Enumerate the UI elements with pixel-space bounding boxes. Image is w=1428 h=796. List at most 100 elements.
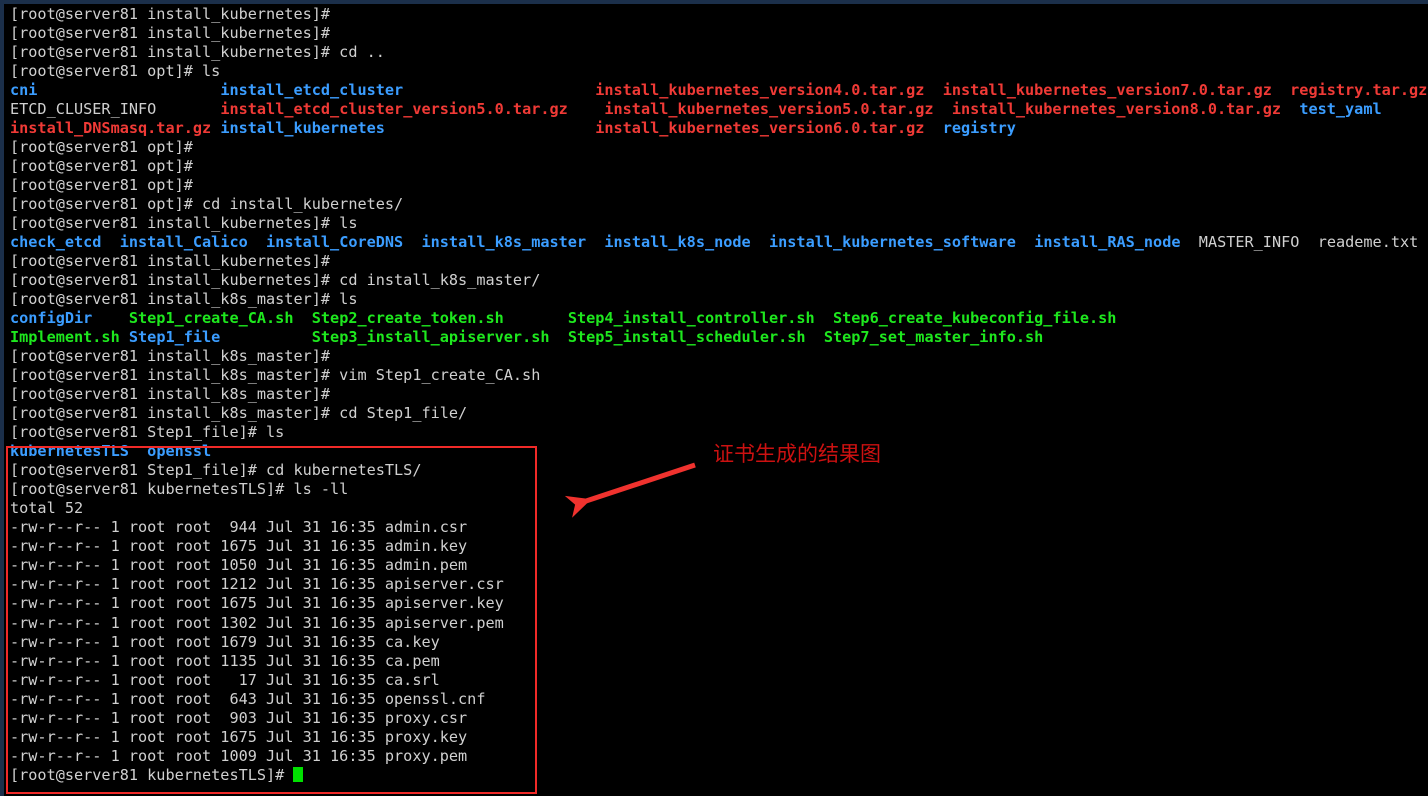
terminal-line: configDir Step1_create_CA.sh Step2_creat… xyxy=(10,309,1428,328)
terminal-line: [root@server81 install_k8s_master]# xyxy=(10,347,1428,366)
terminal-line: -rw-r--r-- 1 root root 1675 Jul 31 16:35… xyxy=(10,537,1428,556)
terminal-line: cni install_etcd_cluster install_kuberne… xyxy=(10,81,1428,100)
terminal-text: Step3_install_apiserver.sh xyxy=(311,328,550,347)
terminal-line: check_etcd install_Calico install_CoreDN… xyxy=(10,233,1428,252)
terminal-text: [root@server81 opt]# xyxy=(10,157,193,176)
terminal-text: -rw-r--r-- 1 root root 944 Jul 31 16:35 … xyxy=(10,518,468,537)
terminal-text: install_k8s_master xyxy=(421,233,587,252)
terminal-text: install_Calico xyxy=(119,233,248,252)
terminal-text: Step6_create_kubeconfig_file.sh xyxy=(833,309,1117,328)
terminal-line: [root@server81 opt]# ls xyxy=(10,62,1428,81)
terminal-text: configDir xyxy=(10,309,93,328)
terminal-line: [root@server81 install_k8s_master]# vim … xyxy=(10,366,1428,385)
terminal-text: [root@server81 install_kubernetes]# xyxy=(10,252,331,271)
terminal-text: [root@server81 opt]# ls xyxy=(10,62,221,81)
terminal-line: [root@server81 kubernetesTLS]# ls -ll xyxy=(10,480,1428,499)
terminal-text: [root@server81 install_k8s_master]# vim … xyxy=(10,366,541,385)
terminal-text: -rw-r--r-- 1 root root 1675 Jul 31 16:35… xyxy=(10,537,468,556)
terminal-line: [root@server81 kubernetesTLS]# xyxy=(10,766,1428,785)
terminal-line: -rw-r--r-- 1 root root 1679 Jul 31 16:35… xyxy=(10,633,1428,652)
terminal-line: -rw-r--r-- 1 root root 1675 Jul 31 16:35… xyxy=(10,594,1428,613)
terminal-line: [root@server81 install_kubernetes]# xyxy=(10,252,1428,271)
terminal-text: -rw-r--r-- 1 root root 1679 Jul 31 16:35… xyxy=(10,632,440,651)
terminal-text: Implement.sh xyxy=(10,328,120,347)
terminal-line: -rw-r--r-- 1 root root 1135 Jul 31 16:35… xyxy=(10,652,1428,671)
terminal-text: -rw-r--r-- 1 root root 1675 Jul 31 16:35… xyxy=(10,727,468,746)
terminal-text: -rw-r--r-- 1 root root 1009 Jul 31 16:35… xyxy=(10,746,468,765)
terminal-text: install_kubernetes_version6.0.tar.gz xyxy=(595,119,925,138)
terminal-text: Step7_set_master_info.sh xyxy=(823,328,1044,347)
terminal-text: Step2_create_token.sh xyxy=(311,309,504,328)
terminal-text: install_etcd_cluster xyxy=(220,81,404,100)
terminal-text: [root@server81 Step1_file]# ls xyxy=(10,423,285,442)
terminal-text: -rw-r--r-- 1 root root 1302 Jul 31 16:35… xyxy=(10,613,504,632)
terminal-line: -rw-r--r-- 1 root root 1675 Jul 31 16:35… xyxy=(10,728,1428,747)
terminal-text: [root@server81 Step1_file]# cd kubernete… xyxy=(10,461,422,480)
terminal-line: [root@server81 opt]# xyxy=(10,138,1428,157)
terminal-text: install_k8s_node xyxy=(604,233,751,252)
terminal-text: [root@server81 opt]# cd install_kubernet… xyxy=(10,195,404,214)
terminal-text: total 52 xyxy=(10,499,84,518)
terminal-line: Implement.sh Step1_file Step3_install_ap… xyxy=(10,328,1428,347)
terminal-line: [root@server81 opt]# xyxy=(10,157,1428,176)
terminal-line: [root@server81 install_k8s_master]# cd S… xyxy=(10,404,1428,423)
terminal-text: [root@server81 install_k8s_master]# ls xyxy=(10,290,358,309)
terminal-text: install_DNSmasq.tar.gz xyxy=(10,119,212,138)
terminal-text: kubernetesTLS xyxy=(10,442,129,461)
terminal-text: -rw-r--r-- 1 root root 1675 Jul 31 16:35… xyxy=(10,594,504,613)
terminal-text: Step4_install_controller.sh xyxy=(567,309,815,328)
terminal-text: -rw-r--r-- 1 root root 1212 Jul 31 16:35… xyxy=(10,575,504,594)
terminal-text: install_kubernetes_version8.0.tar.gz xyxy=(951,100,1282,119)
terminal-text: -rw-r--r-- 1 root root 643 Jul 31 16:35 … xyxy=(10,689,486,708)
terminal-text: MASTER_INFO xyxy=(1198,233,1300,252)
terminal-line: [root@server81 install_kubernetes]# cd .… xyxy=(10,43,1428,62)
terminal-text: [root@server81 install_k8s_master]# cd S… xyxy=(10,404,468,423)
terminal-text: install_etcd_cluster_version5.0.tar.gz xyxy=(220,100,568,119)
terminal-text: install_kubernetes_version5.0.tar.gz xyxy=(604,100,934,119)
terminal-text: install_kubernetes_version7.0.tar.gz xyxy=(942,81,1272,100)
terminal-line: [root@server81 opt]# cd install_kubernet… xyxy=(10,195,1428,214)
terminal-text: check_etcd xyxy=(10,233,102,252)
terminal-text: [root@server81 install_kubernetes]# cd i… xyxy=(10,271,541,290)
terminal-text: -rw-r--r-- 1 root root 1050 Jul 31 16:35… xyxy=(10,556,468,575)
terminal-line: total 52 xyxy=(10,499,1428,518)
terminal-text: Step5_install_scheduler.sh xyxy=(567,328,806,347)
terminal-window[interactable]: [root@server81 install_kubernetes]# [root… xyxy=(0,0,1428,796)
terminal-line: [root@server81 opt]# xyxy=(10,176,1428,195)
terminal-line: -rw-r--r-- 1 root root 1009 Jul 31 16:35… xyxy=(10,747,1428,766)
terminal-line: [root@server81 Step1_file]# ls xyxy=(10,423,1428,442)
terminal-text: -rw-r--r-- 1 root root 1135 Jul 31 16:35… xyxy=(10,651,440,670)
terminal-cursor xyxy=(293,766,304,782)
terminal-line: -rw-r--r-- 1 root root 1212 Jul 31 16:35… xyxy=(10,575,1428,594)
terminal-text: install_kubernetes_version4.0.tar.gz xyxy=(595,81,925,100)
terminal-text: Step1_create_CA.sh xyxy=(128,309,294,328)
terminal-text: openssl xyxy=(147,442,212,461)
terminal-text: [root@server81 install_kubernetes]# xyxy=(10,5,331,23)
terminal-text: [root@server81 kubernetesTLS]# xyxy=(10,765,294,784)
terminal-output[interactable]: [root@server81 install_kubernetes]# [root… xyxy=(10,5,1428,785)
terminal-text: [root@server81 opt]# xyxy=(10,176,193,195)
terminal-line: [root@server81 install_kubernetes]# xyxy=(10,5,1428,24)
terminal-line: install_DNSmasq.tar.gz install_kubernete… xyxy=(10,119,1428,138)
terminal-line: -rw-r--r-- 1 root root 1302 Jul 31 16:35… xyxy=(10,614,1428,633)
